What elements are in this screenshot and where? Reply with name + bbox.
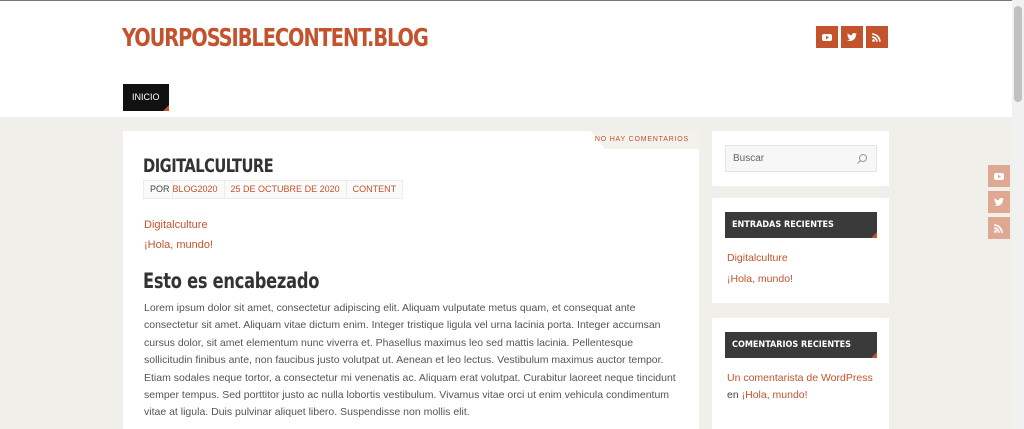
page-scrollbar[interactable]: [1012, 0, 1024, 429]
post-article: NO HAY COMENTARIOS DIGITALCULTURE POR BL…: [123, 131, 699, 429]
meta-date-link[interactable]: 25 DE OCTUBRE DE 2020: [225, 181, 347, 198]
comment-connector: en: [727, 389, 739, 401]
site-title[interactable]: YOURPOSSIBLECONTENT.BLOG: [122, 23, 429, 52]
recent-post-link[interactable]: Digitalculture: [727, 248, 793, 269]
nav-item-inicio[interactable]: INICIO: [123, 84, 169, 111]
recent-posts-title: ENTRADAS RECIENTES: [725, 212, 877, 238]
search-widget: [712, 131, 889, 186]
search-box: [725, 145, 877, 172]
youtube-icon[interactable]: [816, 26, 838, 48]
recent-comments-title: COMENTARIOS RECIENTES: [725, 332, 877, 358]
social-links-floating: [988, 165, 1010, 239]
recent-post-link[interactable]: ¡Hola, mundo!: [727, 269, 793, 290]
post-link[interactable]: ¡Hola, mundo!: [144, 235, 213, 255]
meta-by-label: POR: [144, 181, 173, 198]
rss-icon[interactable]: [988, 217, 1010, 239]
meta-author-link[interactable]: BLOG2020: [173, 181, 225, 198]
recent-comments-widget: COMENTARIOS RECIENTES Un comentarista de…: [712, 318, 889, 429]
search-input[interactable]: [726, 146, 846, 171]
post-link[interactable]: Digitalculture: [144, 215, 213, 235]
site-header: YOURPOSSIBLECONTENT.BLOG INICIO: [0, 1, 1012, 117]
social-links-header: [816, 26, 888, 48]
recent-posts-widget: ENTRADAS RECIENTES Digitalculture ¡Hola,…: [712, 198, 889, 303]
comment-author-link[interactable]: Un comentarista de WordPress: [727, 372, 873, 384]
youtube-icon[interactable]: [988, 165, 1010, 187]
twitter-icon[interactable]: [988, 191, 1010, 213]
post-meta: POR BLOG2020 25 DE OCTUBRE DE 2020 CONTE…: [143, 180, 404, 199]
meta-category-link[interactable]: CONTENT: [347, 181, 403, 198]
post-title[interactable]: DIGITALCULTURE: [143, 155, 274, 177]
post-body: Lorem ipsum dolor sit amet, consectetur …: [144, 302, 676, 419]
scrollbar-thumb[interactable]: [1014, 6, 1022, 102]
rss-icon[interactable]: [866, 26, 888, 48]
post-links: Digitalculture ¡Hola, mundo!: [144, 215, 213, 255]
search-icon[interactable]: [856, 153, 868, 165]
comments-count-link[interactable]: NO HAY COMENTARIOS: [595, 136, 689, 143]
post-heading: Esto es encabezado: [143, 269, 320, 293]
twitter-icon[interactable]: [841, 26, 863, 48]
recent-comment-item: Un comentarista de WordPress en ¡Hola, m…: [727, 370, 887, 404]
recent-posts-list: Digitalculture ¡Hola, mundo!: [727, 248, 793, 290]
comment-post-link[interactable]: ¡Hola, mundo!: [742, 389, 808, 401]
